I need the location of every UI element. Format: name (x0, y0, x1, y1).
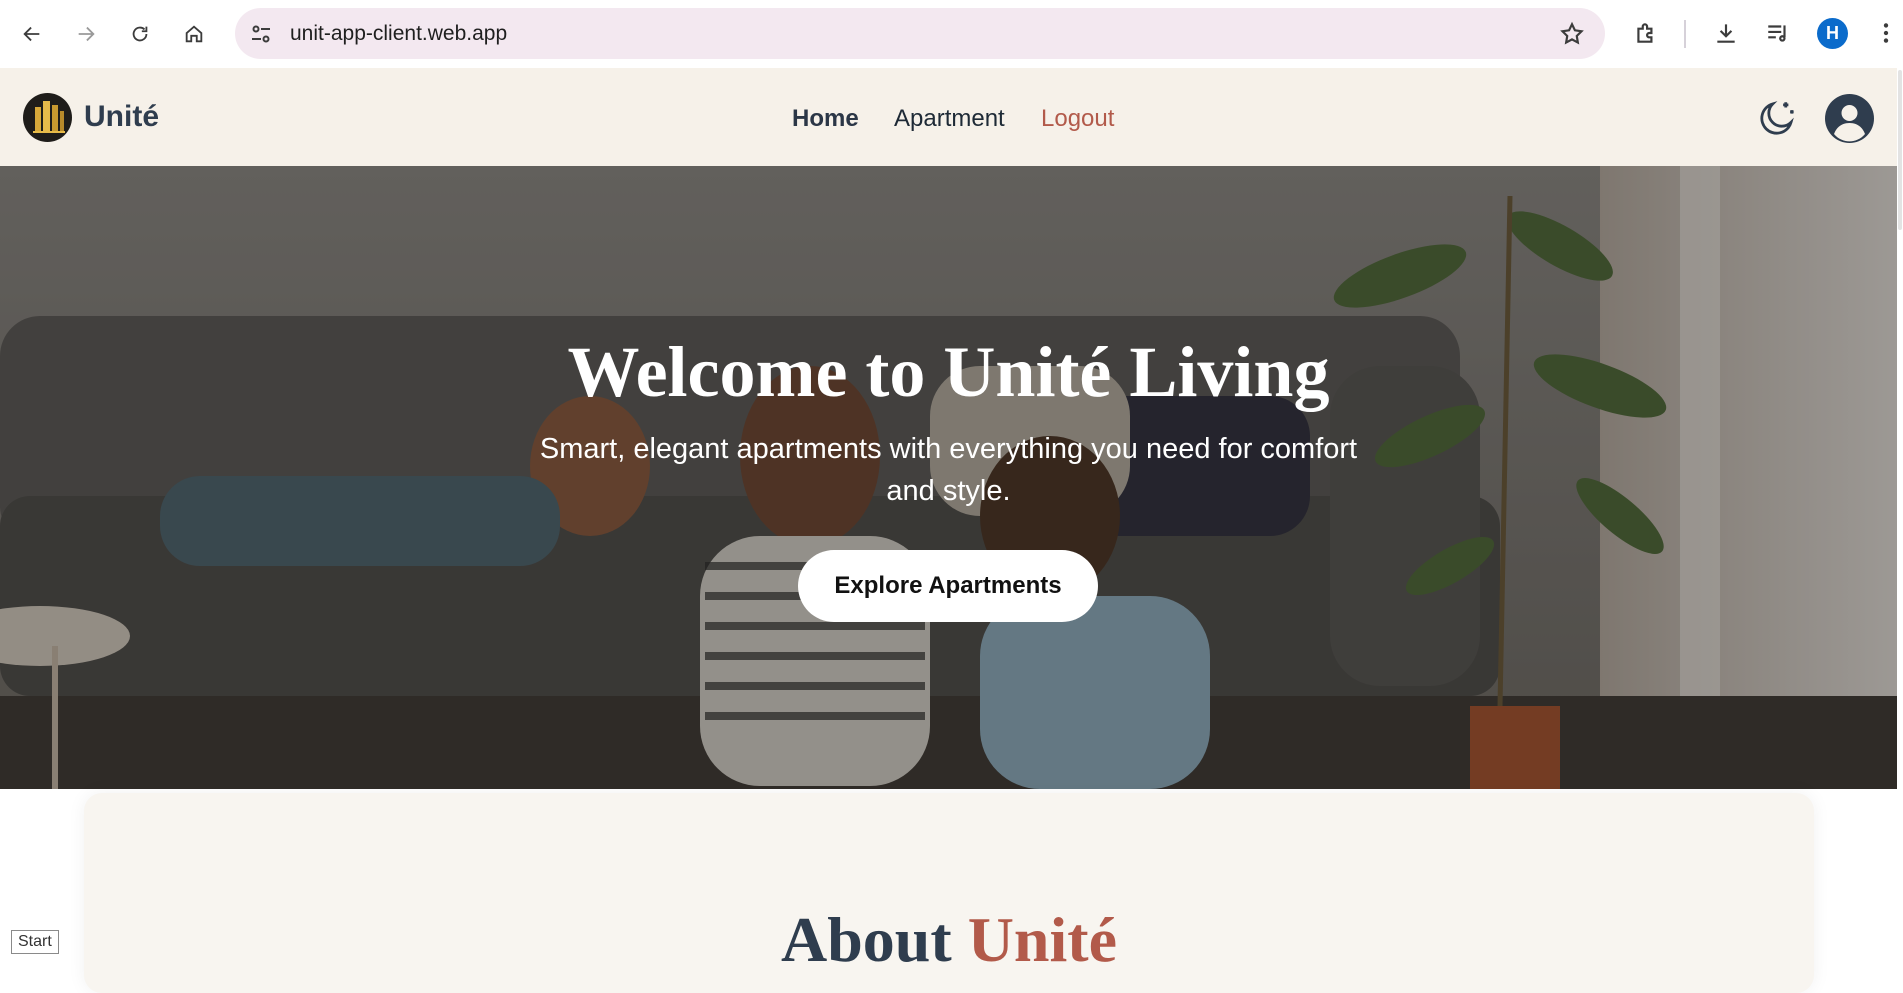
download-icon[interactable] (1710, 17, 1742, 49)
about-title: About Unité (84, 903, 1814, 977)
user-account-icon[interactable] (1825, 94, 1874, 143)
about-section: About Unité (84, 793, 1814, 993)
address-bar[interactable]: unit-app-client.web.app (235, 8, 1605, 59)
explore-apartments-button[interactable]: Explore Apartments (798, 550, 1098, 622)
nav-logout[interactable]: Logout (1041, 105, 1114, 133)
nav-apartment[interactable]: Apartment (894, 105, 1005, 133)
site-info-icon[interactable] (249, 22, 273, 46)
browser-toolbar: unit-app-client.web.app H (0, 0, 1903, 68)
reload-icon[interactable] (122, 16, 158, 52)
hero-subtitle: Smart, elegant apartments with everythin… (539, 433, 1358, 507)
profile-avatar[interactable]: H (1817, 18, 1848, 49)
more-menu-icon[interactable] (1870, 17, 1902, 49)
scrollbar-thumb[interactable] (1898, 70, 1902, 230)
brand-name[interactable]: Unité (84, 100, 159, 134)
dark-mode-moon-icon[interactable] (1756, 97, 1798, 139)
hero-title: Welcome to Unité Living (567, 332, 1330, 412)
extensions-icon[interactable] (1630, 17, 1662, 49)
forward-icon[interactable] (68, 16, 104, 52)
media-queue-icon[interactable] (1762, 17, 1794, 49)
nav-home[interactable]: Home (792, 105, 859, 133)
logo-icon[interactable] (23, 93, 72, 142)
about-title-prefix: About (780, 904, 968, 975)
home-icon[interactable] (176, 16, 212, 52)
about-title-accent: Unité (967, 904, 1118, 975)
start-label[interactable]: Start (11, 930, 59, 954)
hero-section: Welcome to Unité Living Smart, elegant a… (0, 166, 1897, 789)
bookmark-star-icon[interactable] (1559, 21, 1585, 47)
back-icon[interactable] (14, 16, 50, 52)
site-header: Unité Home Apartment Logout (0, 68, 1897, 166)
toolbar-divider (1684, 20, 1686, 48)
url-text[interactable]: unit-app-client.web.app (290, 22, 507, 46)
